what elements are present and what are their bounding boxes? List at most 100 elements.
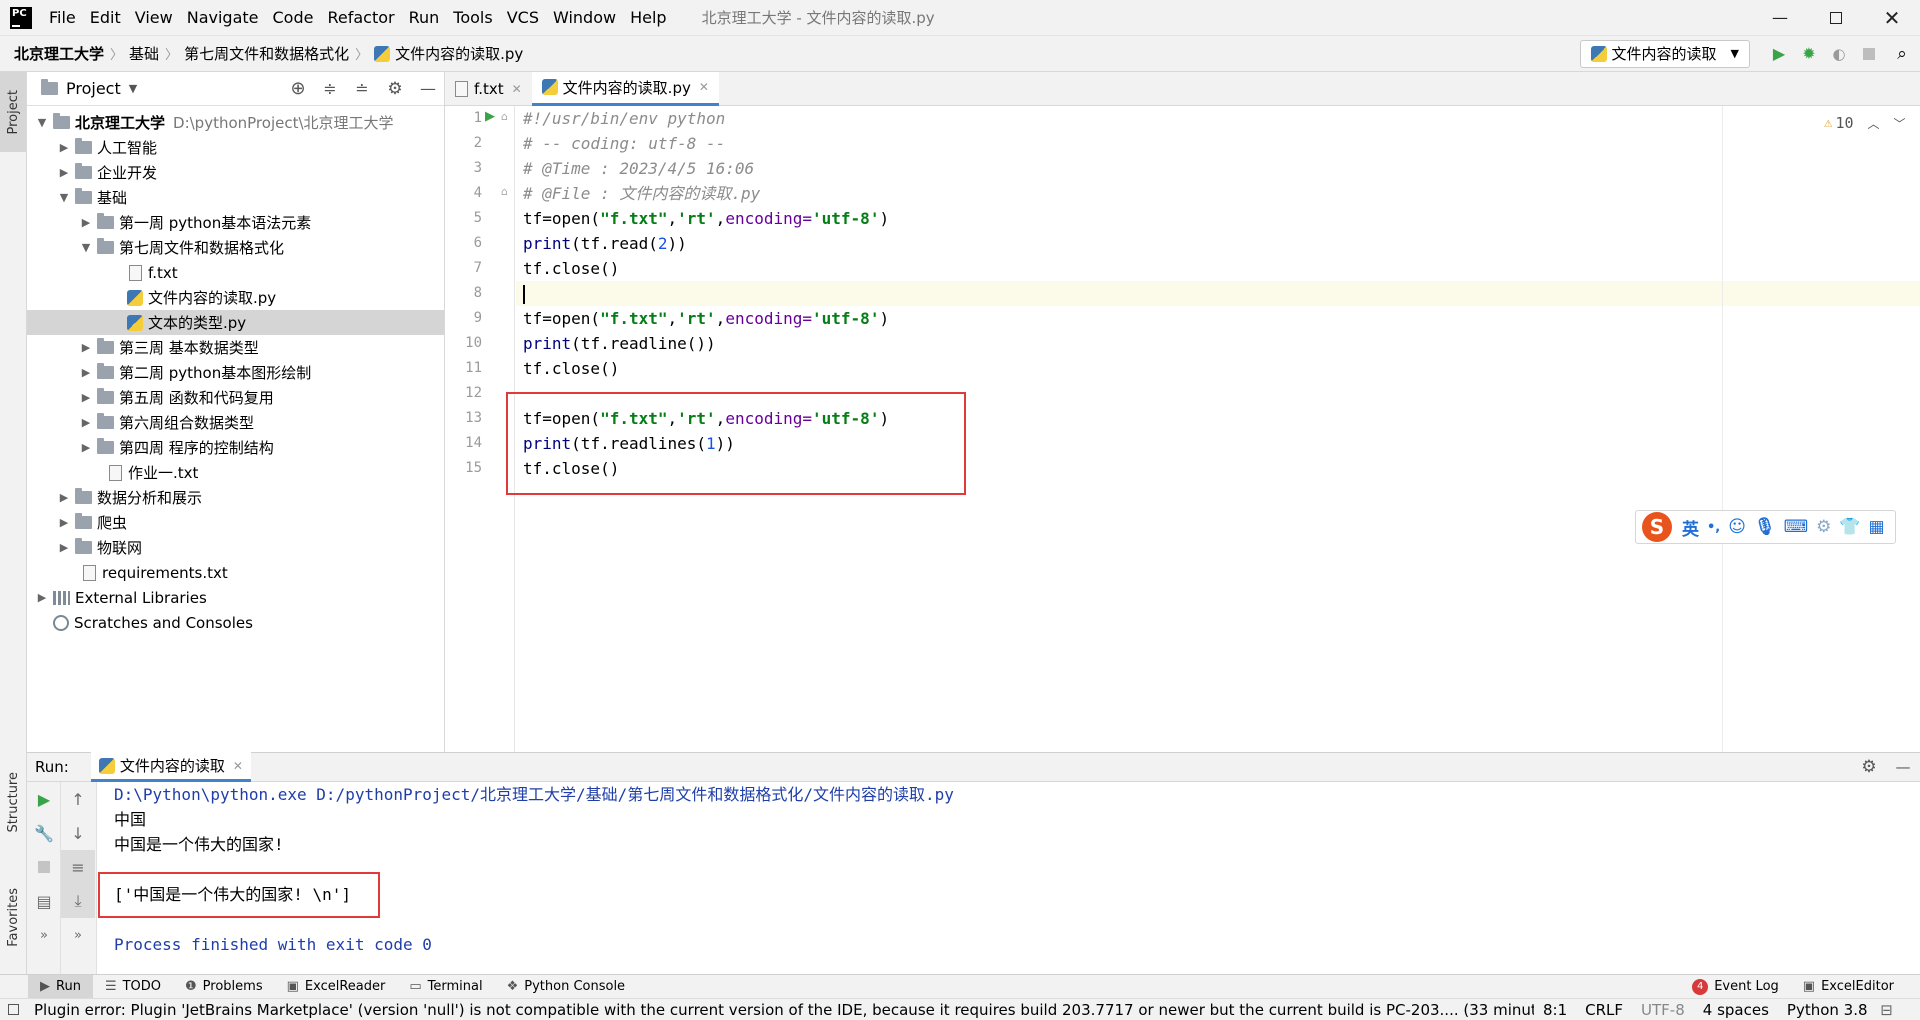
- minimize-button[interactable]: —: [1752, 0, 1808, 36]
- tool-window-excelreader[interactable]: ▣ ExcelReader: [275, 975, 398, 999]
- breadcrumb-item[interactable]: 文件内容的读取.py: [395, 43, 523, 64]
- tree-item-file[interactable]: 文件内容的读取.py: [27, 285, 444, 310]
- settings-gear-icon[interactable]: ⚙: [378, 79, 412, 99]
- file-encoding[interactable]: UTF-8: [1632, 1001, 1694, 1019]
- rerun-button[interactable]: ▶: [27, 782, 61, 816]
- chevron-right-icon[interactable]: ▶: [53, 141, 75, 154]
- breadcrumb-item[interactable]: 北京理工大学: [14, 43, 104, 64]
- tab-favorites[interactable]: Favorites: [0, 872, 26, 962]
- lock-icon[interactable]: ⊟: [1877, 1001, 1897, 1019]
- maximize-button[interactable]: [1808, 0, 1864, 36]
- microphone-icon[interactable]: 🎙: [1754, 517, 1776, 537]
- ime-punctuation-toggle[interactable]: •,: [1707, 520, 1720, 535]
- dropdown-arrow-icon[interactable]: ▼: [129, 82, 137, 95]
- indent-setting[interactable]: 4 spaces: [1694, 1001, 1778, 1019]
- expand-all-icon[interactable]: ≑: [314, 79, 346, 98]
- menu-view[interactable]: View: [128, 8, 180, 27]
- menu-window[interactable]: Window: [546, 8, 623, 27]
- status-message[interactable]: Plugin error: Plugin 'JetBrains Marketpl…: [26, 1001, 1534, 1019]
- menu-code[interactable]: Code: [266, 8, 321, 27]
- menu-file[interactable]: File: [42, 8, 83, 27]
- scroll-to-end-button[interactable]: ⤓: [61, 884, 95, 918]
- tool-window-todo[interactable]: ☰ TODO: [93, 975, 173, 999]
- coverage-button[interactable]: ◐: [1824, 45, 1854, 63]
- search-everywhere-button[interactable]: ⌕: [1884, 44, 1920, 64]
- tree-item-folder[interactable]: ▶ 第四周 程序的控制结构: [27, 435, 444, 460]
- tree-item-scratches[interactable]: Scratches and Consoles: [27, 610, 444, 635]
- menu-edit[interactable]: Edit: [83, 8, 128, 27]
- menu-navigate[interactable]: Navigate: [180, 8, 266, 27]
- tree-item-folder[interactable]: ▶ 第三周 基本数据类型: [27, 335, 444, 360]
- user-settings-icon[interactable]: ⚙: [1816, 517, 1831, 537]
- project-view-title[interactable]: Project: [66, 79, 121, 98]
- collapse-all-icon[interactable]: ≐: [346, 79, 378, 98]
- breadcrumb-item[interactable]: 基础: [129, 43, 159, 64]
- stop-button[interactable]: [27, 850, 61, 884]
- chevron-right-icon[interactable]: ▶: [53, 166, 75, 179]
- tab-structure[interactable]: Structure: [0, 762, 26, 842]
- more-button[interactable]: »: [27, 918, 61, 952]
- line-separator[interactable]: CRLF: [1576, 1001, 1632, 1019]
- tree-item-folder[interactable]: ▶ 物联网: [27, 535, 444, 560]
- run-button[interactable]: ▶: [1764, 44, 1794, 63]
- tree-item-folder[interactable]: ▼ 第七周文件和数据格式化: [27, 235, 444, 260]
- tree-item-file[interactable]: f.txt: [27, 260, 444, 285]
- menu-refactor[interactable]: Refactor: [320, 8, 401, 27]
- hide-panel-icon[interactable]: —: [412, 79, 444, 98]
- close-tab-icon[interactable]: ✕: [699, 80, 709, 94]
- tree-item-folder[interactable]: ▼ 基础: [27, 185, 444, 210]
- python-interpreter[interactable]: Python 3.8: [1778, 1001, 1877, 1019]
- keyboard-icon[interactable]: ⌨: [1784, 517, 1809, 537]
- chevron-down-icon[interactable]: ▼: [31, 116, 53, 129]
- status-panel-toggle-icon[interactable]: [0, 1004, 26, 1015]
- locate-file-icon[interactable]: ⊕: [282, 78, 314, 99]
- chevron-right-icon[interactable]: ▶: [75, 341, 97, 354]
- fold-marker-icon[interactable]: ⌂: [501, 185, 508, 198]
- tree-item-file[interactable]: requirements.txt: [27, 560, 444, 585]
- caret-position[interactable]: 8:1: [1534, 1001, 1576, 1019]
- tool-window-event-log[interactable]: 4 Event Log: [1680, 975, 1791, 999]
- scroll-down-button[interactable]: ↓: [61, 816, 95, 850]
- close-window-button[interactable]: ✕: [1864, 0, 1920, 36]
- hide-panel-icon[interactable]: —: [1886, 758, 1920, 776]
- tree-item-folder[interactable]: ▶ 第二周 python基本图形绘制: [27, 360, 444, 385]
- ime-language-toggle[interactable]: 英: [1682, 515, 1699, 540]
- menu-tools[interactable]: Tools: [446, 8, 499, 27]
- skin-icon[interactable]: 👕: [1839, 517, 1860, 537]
- settings-gear-icon[interactable]: ⚙: [1852, 757, 1886, 777]
- previous-highlight-icon[interactable]: ︿: [1868, 115, 1880, 132]
- run-tab[interactable]: 文件内容的读取 ✕: [90, 752, 251, 782]
- chevron-right-icon[interactable]: ▶: [53, 516, 75, 529]
- gutter-run-icon[interactable]: ▶: [485, 109, 495, 124]
- soft-wrap-button[interactable]: ≡: [61, 850, 95, 884]
- close-tab-icon[interactable]: ✕: [512, 82, 522, 96]
- tool-window-terminal[interactable]: ▭ Terminal: [397, 975, 494, 999]
- emoji-icon[interactable]: ☺: [1728, 517, 1746, 537]
- tree-item-folder[interactable]: ▶ 人工智能: [27, 135, 444, 160]
- stop-button[interactable]: [1854, 47, 1884, 60]
- tree-item-folder[interactable]: ▶ 企业开发: [27, 160, 444, 185]
- tab-file-read-py[interactable]: 文件内容的读取.py ✕: [531, 71, 719, 106]
- menu-help[interactable]: Help: [623, 8, 673, 27]
- tree-item-folder[interactable]: ▶ 第一周 python基本语法元素: [27, 210, 444, 235]
- more-button[interactable]: »: [61, 918, 95, 952]
- toolbox-icon[interactable]: ▦: [1869, 517, 1885, 537]
- tree-item-folder[interactable]: ▶ 第六周组合数据类型: [27, 410, 444, 435]
- tree-item-folder[interactable]: ▶ 爬虫: [27, 510, 444, 535]
- menu-run[interactable]: Run: [402, 8, 447, 27]
- chevron-right-icon[interactable]: ▶: [75, 366, 97, 379]
- tree-item-file-selected[interactable]: 文本的类型.py: [27, 310, 444, 335]
- tree-item-external-libraries[interactable]: ▶ External Libraries: [27, 585, 444, 610]
- close-tab-icon[interactable]: ✕: [233, 759, 243, 773]
- fold-marker-icon[interactable]: ⌂: [501, 110, 508, 123]
- breadcrumb-item[interactable]: 第七周文件和数据格式化: [184, 43, 349, 64]
- menu-vcs[interactable]: VCS: [500, 8, 546, 27]
- tool-window-problems[interactable]: ❶ Problems: [173, 975, 275, 999]
- sogou-logo-icon[interactable]: S: [1642, 512, 1672, 542]
- tree-item-file[interactable]: 作业一.txt: [27, 460, 444, 485]
- tree-item-root[interactable]: ▼ 北京理工大学 D:\pythonProject\北京理工大学: [27, 110, 444, 135]
- chevron-right-icon[interactable]: ▶: [75, 216, 97, 229]
- run-configuration-select[interactable]: 文件内容的读取 ▼: [1579, 39, 1750, 68]
- chevron-down-icon[interactable]: ▼: [75, 241, 97, 254]
- chevron-right-icon[interactable]: ▶: [53, 541, 75, 554]
